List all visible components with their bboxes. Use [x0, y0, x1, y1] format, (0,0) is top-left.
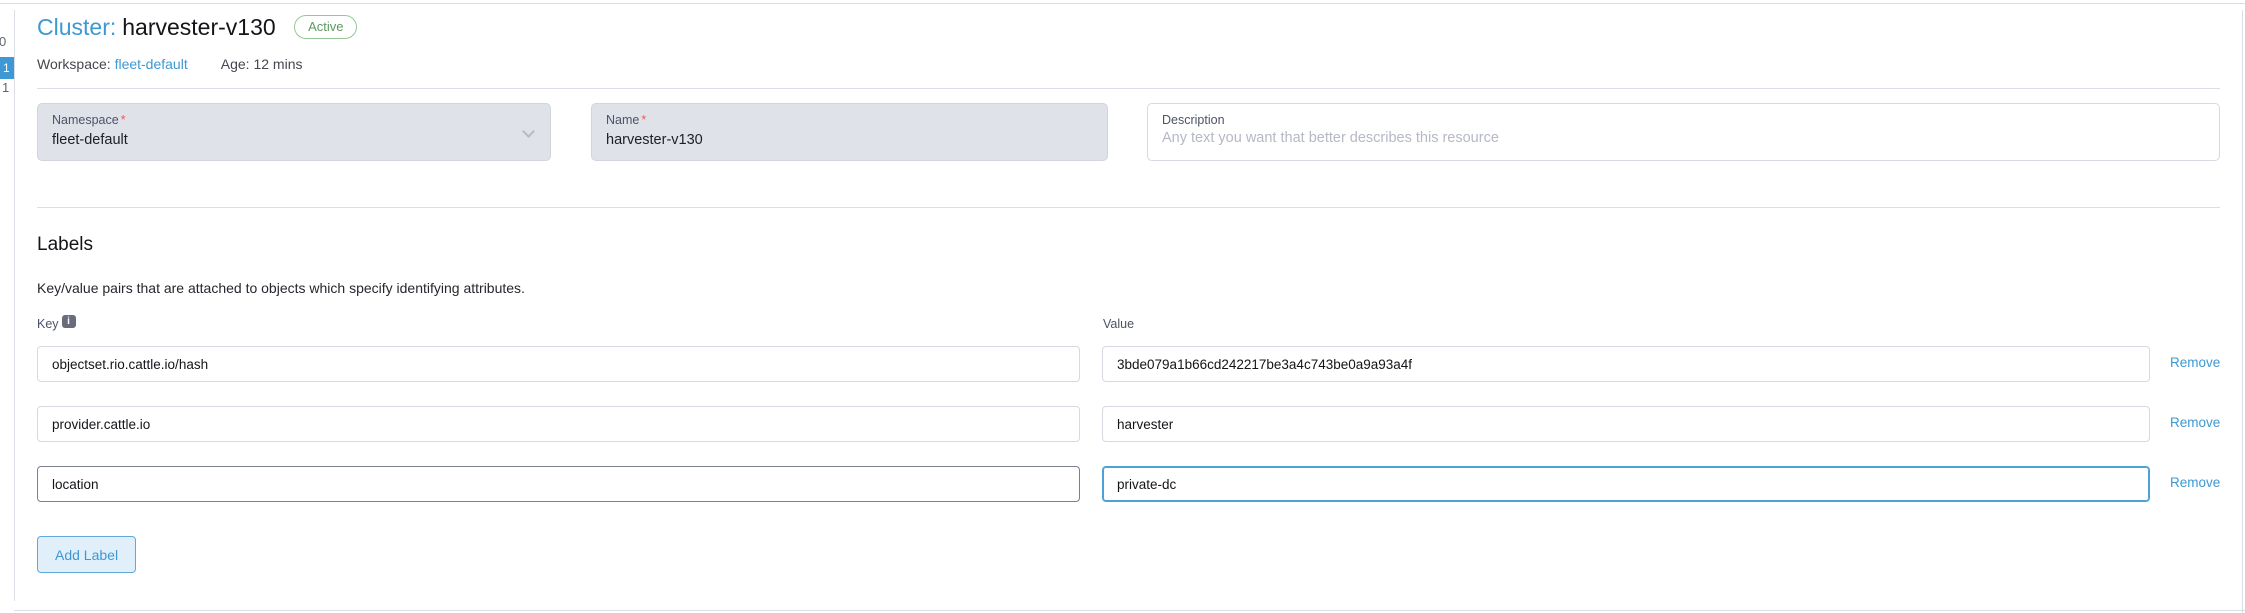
description-label: Description: [1148, 104, 2219, 127]
required-asterisk: *: [121, 113, 126, 127]
labels-heading: Labels: [37, 234, 93, 256]
sidebar-count: 0: [0, 34, 6, 49]
add-label-button[interactable]: Add Label: [37, 536, 136, 573]
label-value-input[interactable]: [1102, 466, 2150, 502]
namespace-select: Namespace* fleet-default: [37, 103, 551, 161]
remove-label-link[interactable]: Remove: [2170, 415, 2220, 430]
sidebar-item-selected[interactable]: 1: [0, 57, 14, 79]
label-key-input[interactable]: [37, 466, 1080, 502]
namespace-value: fleet-default: [38, 127, 550, 148]
resource-type-label: Cluster:: [37, 14, 116, 40]
resource-meta: Workspace: fleet-default Age: 12 mins: [37, 56, 302, 72]
cluster-edit-page: 0 1 1 Cluster:harvester-v130 Active Work…: [0, 0, 2245, 613]
labels-description: Key/value pairs that are attached to obj…: [37, 280, 525, 296]
age-value: 12 mins: [253, 56, 302, 72]
sidebar-count: 1: [2, 80, 9, 95]
label-key-input[interactable]: [37, 346, 1080, 382]
label-key-input[interactable]: [37, 406, 1080, 442]
sidebar-divider: [14, 10, 15, 601]
top-border: [0, 3, 2245, 4]
name-input-disabled: Name* harvester-v130: [591, 103, 1108, 161]
sidebar-count: 1: [3, 61, 10, 75]
description-field[interactable]: Description: [1147, 103, 2220, 161]
remove-label-link[interactable]: Remove: [2170, 475, 2220, 490]
name-label: Name*: [592, 104, 1107, 127]
info-tooltip-icon[interactable]: i: [62, 315, 76, 328]
required-asterisk: *: [641, 113, 646, 127]
status-badge: Active: [294, 15, 357, 39]
key-column-header: Keyi: [37, 317, 76, 332]
label-value-input[interactable]: [1102, 346, 2150, 382]
right-border: [2242, 10, 2243, 613]
workspace-link[interactable]: fleet-default: [115, 56, 188, 72]
remove-label-link[interactable]: Remove: [2170, 355, 2220, 370]
name-value: harvester-v130: [592, 127, 1107, 148]
workspace-label: Workspace:: [37, 56, 111, 72]
header-divider: [37, 88, 2220, 89]
section-divider: [37, 207, 2220, 208]
page-title: Cluster:harvester-v130 Active: [37, 14, 357, 41]
description-input[interactable]: [1162, 130, 2205, 146]
value-column-header: Value: [1103, 317, 1134, 331]
resource-name: harvester-v130: [122, 14, 275, 40]
label-value-input[interactable]: [1102, 406, 2150, 442]
sidebar-edge: 0 1 1: [0, 4, 14, 609]
footer-top-border: [14, 610, 2245, 611]
namespace-label: Namespace*: [38, 104, 550, 127]
age-label: Age:: [221, 56, 250, 72]
